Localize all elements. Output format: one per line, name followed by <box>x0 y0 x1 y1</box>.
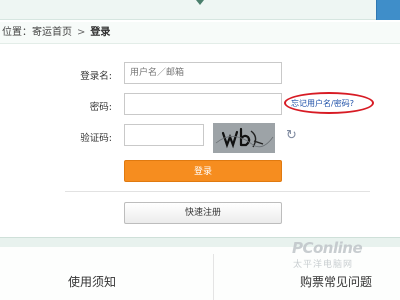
breadcrumb-home[interactable]: 位置：寄运首页 <box>2 27 72 38</box>
captcha-label: 验证码: <box>80 133 112 144</box>
bottom-divider <box>213 254 214 300</box>
watermark-logo: PConline 太平洋电脑网 <box>292 238 363 270</box>
username-input[interactable] <box>124 62 282 84</box>
login-button[interactable]: 登录 <box>124 160 282 182</box>
password-label: 密码: <box>89 102 112 113</box>
breadcrumb-current: 登录 <box>90 27 111 38</box>
captcha-glyphs <box>215 127 274 149</box>
quick-register-button[interactable]: 快速注册 <box>124 202 282 224</box>
captcha-image[interactable] <box>213 123 275 153</box>
header-action-button[interactable] <box>376 0 400 20</box>
top-header-bar <box>0 0 400 20</box>
username-label: 登录名: <box>80 71 112 82</box>
breadcrumb: 位置：寄运首页 > 登录 <box>0 22 400 44</box>
watermark-brand: PConline <box>292 239 363 257</box>
breadcrumb-separator: > <box>77 27 86 38</box>
captcha-input[interactable] <box>124 124 204 146</box>
refresh-icon[interactable]: ↻ <box>286 128 297 143</box>
usage-notice-link[interactable]: 使用须知 <box>68 273 116 290</box>
highlight-circle <box>284 92 374 114</box>
form-divider <box>65 191 370 192</box>
faq-link[interactable]: 购票常见问题 <box>300 273 372 290</box>
password-input[interactable] <box>124 93 282 115</box>
caret-down-icon <box>196 0 204 5</box>
watermark-sub: 太平洋电脑网 <box>293 260 354 270</box>
